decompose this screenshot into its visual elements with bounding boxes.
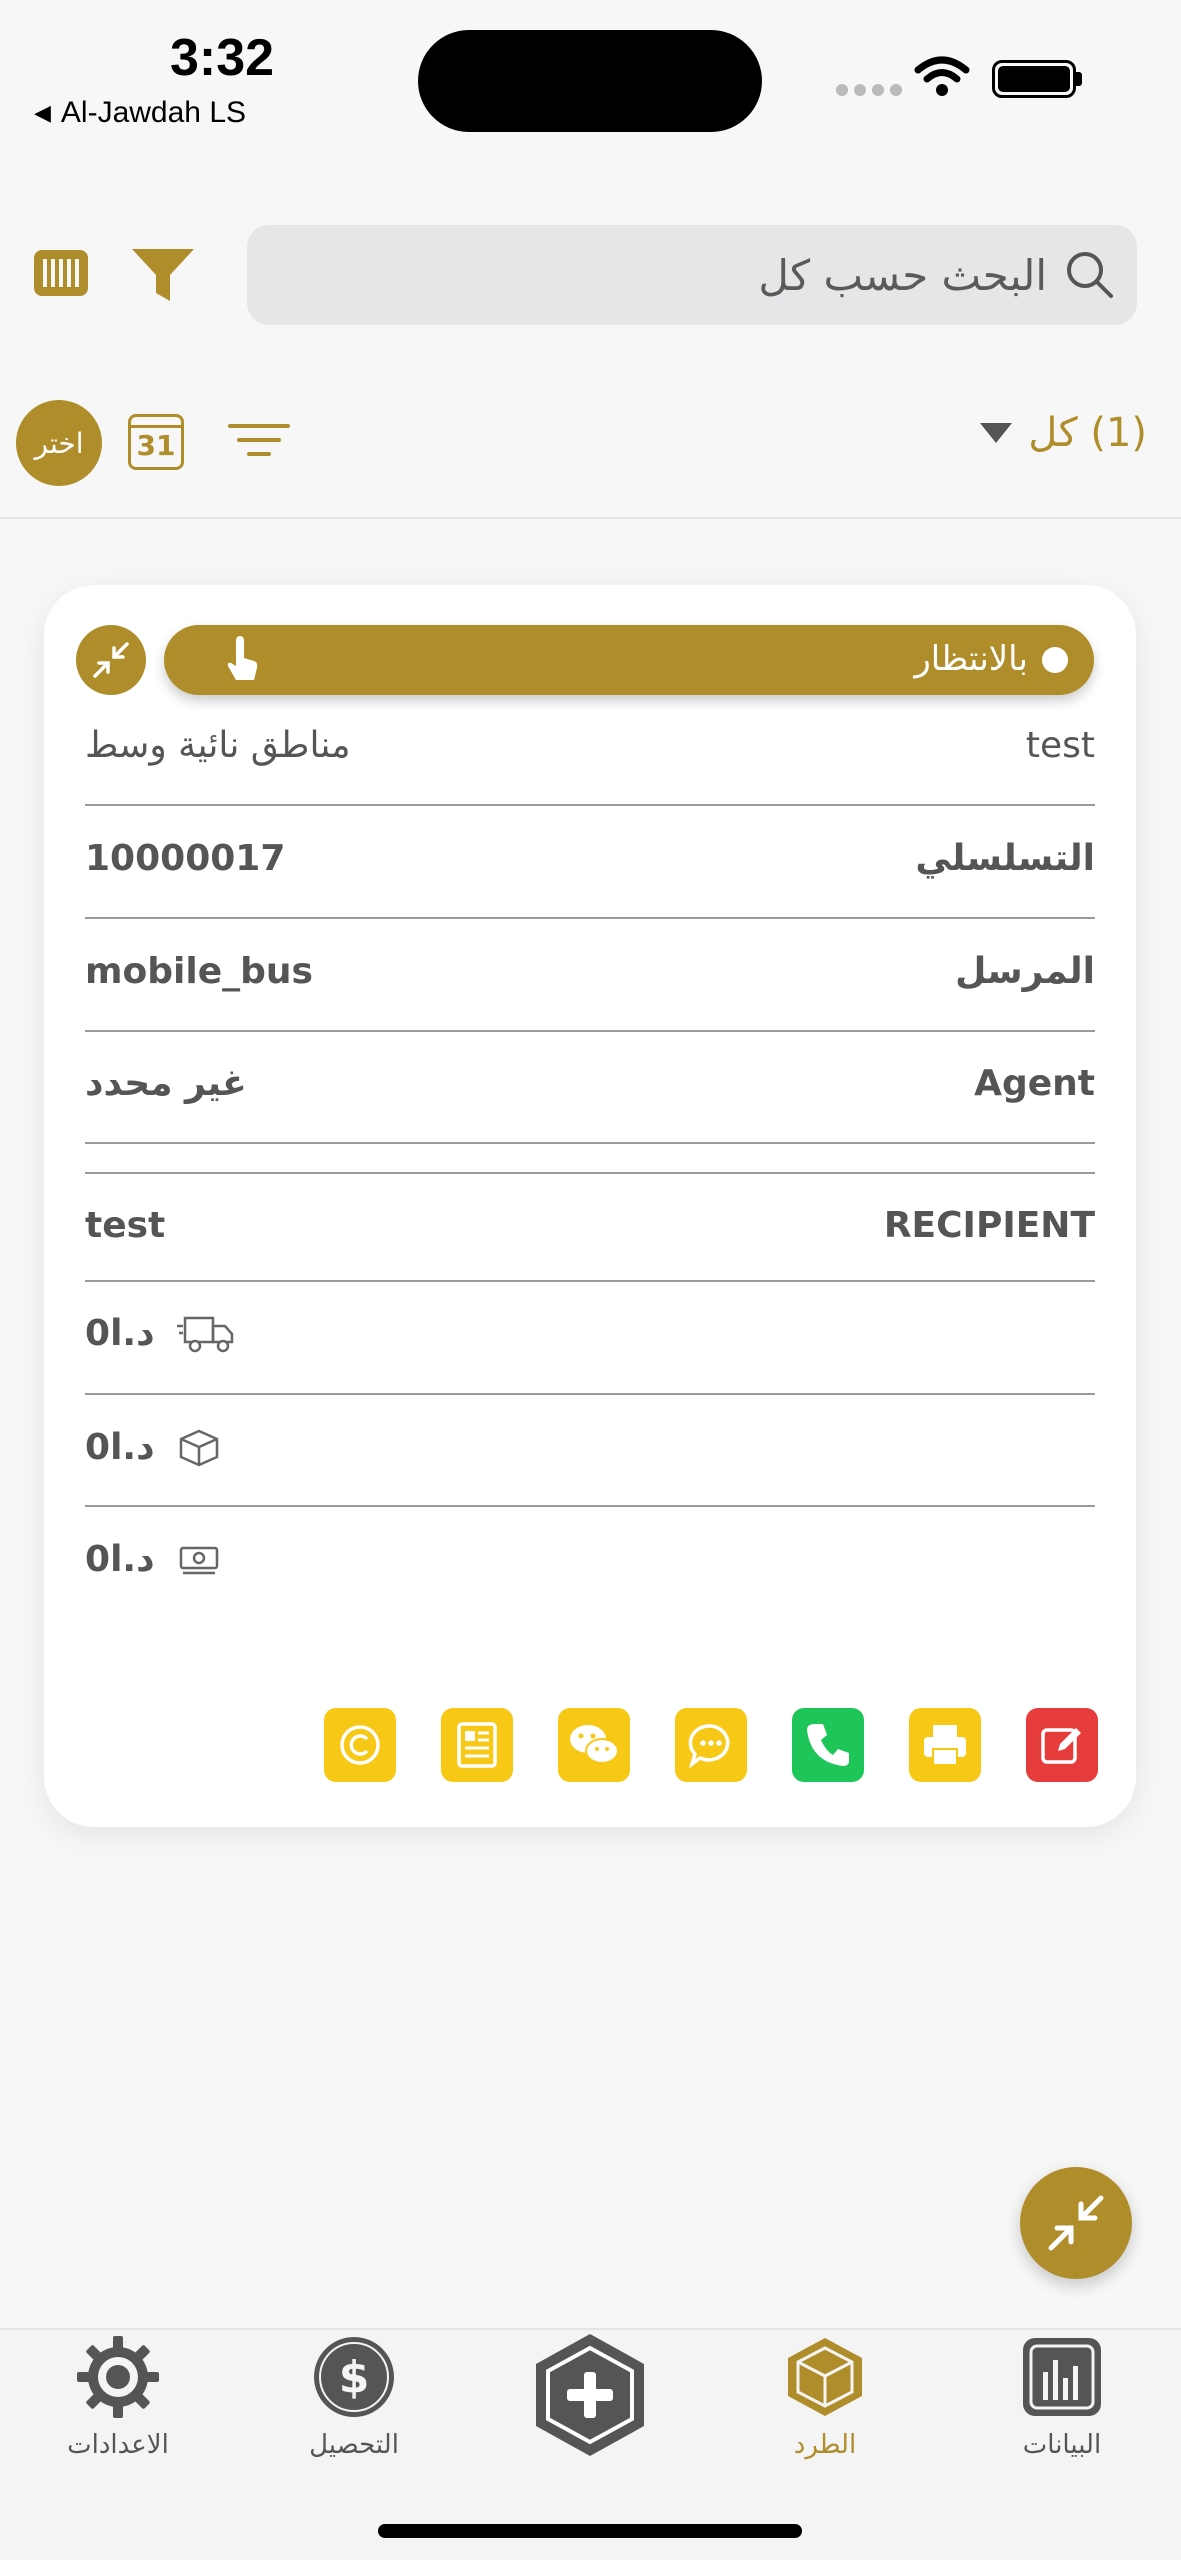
calendar-icon[interactable]: 31 xyxy=(128,414,184,470)
status-dot-icon xyxy=(1042,647,1068,673)
cellular-signal-icon xyxy=(836,84,902,96)
dollar-icon: $ xyxy=(314,2337,394,2417)
cash-icon xyxy=(179,1546,218,1574)
status-label: بالانتظار xyxy=(914,639,1028,679)
recipient-row: test RECIPIENT xyxy=(85,1205,1095,1246)
sender-row: mobile_bus المرسل xyxy=(85,951,1095,992)
row-divider xyxy=(85,1142,1095,1144)
document-button[interactable] xyxy=(441,1708,513,1782)
header-divider xyxy=(0,517,1181,519)
collapse-all-button[interactable] xyxy=(1020,2167,1132,2279)
chat-button[interactable] xyxy=(675,1708,747,1782)
row-divider xyxy=(85,804,1095,806)
collapse-card-button[interactable] xyxy=(76,625,146,695)
serial-value: 10000017 xyxy=(85,838,286,879)
serial-label: التسلسلي xyxy=(915,838,1095,879)
status-filter-dropdown[interactable]: (1) كل xyxy=(980,410,1147,456)
delivery-truck-icon xyxy=(176,1316,233,1352)
row-divider xyxy=(85,1030,1095,1032)
chat-bubble-icon xyxy=(688,1724,730,1769)
status-pill[interactable]: بالانتظار xyxy=(164,625,1094,695)
barcode-scan-icon[interactable] xyxy=(34,250,88,296)
phone-icon xyxy=(807,1724,849,1766)
collapse-arrows-icon xyxy=(93,642,129,678)
delivery-fee-row: 0د.ا xyxy=(85,1313,235,1354)
recipient-value: test xyxy=(85,1205,166,1246)
back-app-label: Al-Jawdah LS xyxy=(60,96,247,129)
gear-icon xyxy=(77,2336,159,2418)
add-hexagon-icon xyxy=(536,2334,644,2456)
delivery-fee-value: 0د.ا xyxy=(85,1313,155,1354)
battery-tip xyxy=(1076,72,1082,86)
home-indicator xyxy=(378,2524,802,2538)
area-row: مناطق نائية وسط test xyxy=(85,725,1095,766)
phone-button[interactable] xyxy=(792,1708,864,1782)
tab-collection[interactable]: $ التحصيل xyxy=(254,2334,454,2460)
bar-chart-icon xyxy=(1023,2338,1101,2416)
battery-icon xyxy=(992,60,1076,98)
sort-icon[interactable] xyxy=(228,424,290,466)
search-icon xyxy=(1067,252,1113,298)
add-shipment-button[interactable] xyxy=(490,2330,690,2470)
status-filter-label: (1) كل xyxy=(1028,410,1147,456)
sender-value: mobile_bus xyxy=(85,951,313,992)
edit-icon xyxy=(1041,1728,1081,1764)
area-value: مناطق نائية وسط xyxy=(85,725,351,766)
tab-settings-label: الاعدادات xyxy=(67,2430,169,2460)
agent-value: غير محدد xyxy=(85,1063,247,1104)
tab-settings[interactable]: الاعدادات xyxy=(18,2334,218,2460)
package-box-icon xyxy=(179,1429,218,1466)
recipient-label: RECIPIENT xyxy=(883,1205,1095,1246)
box-icon xyxy=(788,2338,862,2416)
row-divider xyxy=(85,917,1095,919)
tab-statistics[interactable]: البيانات xyxy=(962,2334,1162,2460)
row-divider xyxy=(85,1280,1095,1282)
copyright-icon xyxy=(340,1725,380,1765)
package-fee-row: 0د.ا xyxy=(85,1427,221,1468)
back-to-app-link[interactable]: ◀ Al-Jawdah LS xyxy=(34,96,246,130)
tab-statistics-label: البيانات xyxy=(1022,2430,1102,2460)
row-divider xyxy=(85,1505,1095,1507)
dropdown-triangle-icon xyxy=(980,423,1013,443)
status-time: 3:32 xyxy=(170,29,275,87)
tab-parcels[interactable]: الطرد xyxy=(725,2334,925,2460)
back-arrow-icon: ◀ xyxy=(34,100,51,125)
sender-label: المرسل xyxy=(955,951,1095,992)
row-divider xyxy=(85,1393,1095,1395)
collapse-arrows-icon xyxy=(1048,2195,1104,2251)
copyright-button[interactable] xyxy=(324,1708,396,1782)
svg-text:$: $ xyxy=(339,2352,370,2403)
agent-row: غير محدد Agent xyxy=(85,1063,1095,1104)
wifi-icon xyxy=(914,56,970,96)
dynamic-island xyxy=(418,30,762,132)
filter-icon[interactable] xyxy=(130,245,196,305)
wechat-icon xyxy=(570,1725,619,1764)
row-divider xyxy=(85,1172,1095,1174)
package-fee-value: 0د.ا xyxy=(85,1427,155,1468)
search-placeholder: البحث حسب كل xyxy=(758,250,1047,300)
tap-hand-icon xyxy=(227,636,258,680)
cash-fee-row: 0د.ا xyxy=(85,1539,221,1580)
tab-collection-label: التحصيل xyxy=(309,2430,399,2460)
tab-parcels-label: الطرد xyxy=(793,2430,857,2460)
edit-button[interactable] xyxy=(1026,1708,1098,1782)
area-label: test xyxy=(1025,725,1095,766)
printer-icon xyxy=(924,1725,966,1766)
print-button[interactable] xyxy=(909,1708,981,1782)
search-input[interactable]: البحث حسب كل xyxy=(247,225,1137,325)
cash-fee-value: 0د.ا xyxy=(85,1539,155,1580)
wechat-button[interactable] xyxy=(558,1708,630,1782)
choose-button[interactable]: اختر xyxy=(16,400,102,486)
document-icon xyxy=(457,1722,497,1768)
serial-row: 10000017 التسلسلي xyxy=(85,838,1095,879)
agent-label: Agent xyxy=(974,1063,1095,1104)
